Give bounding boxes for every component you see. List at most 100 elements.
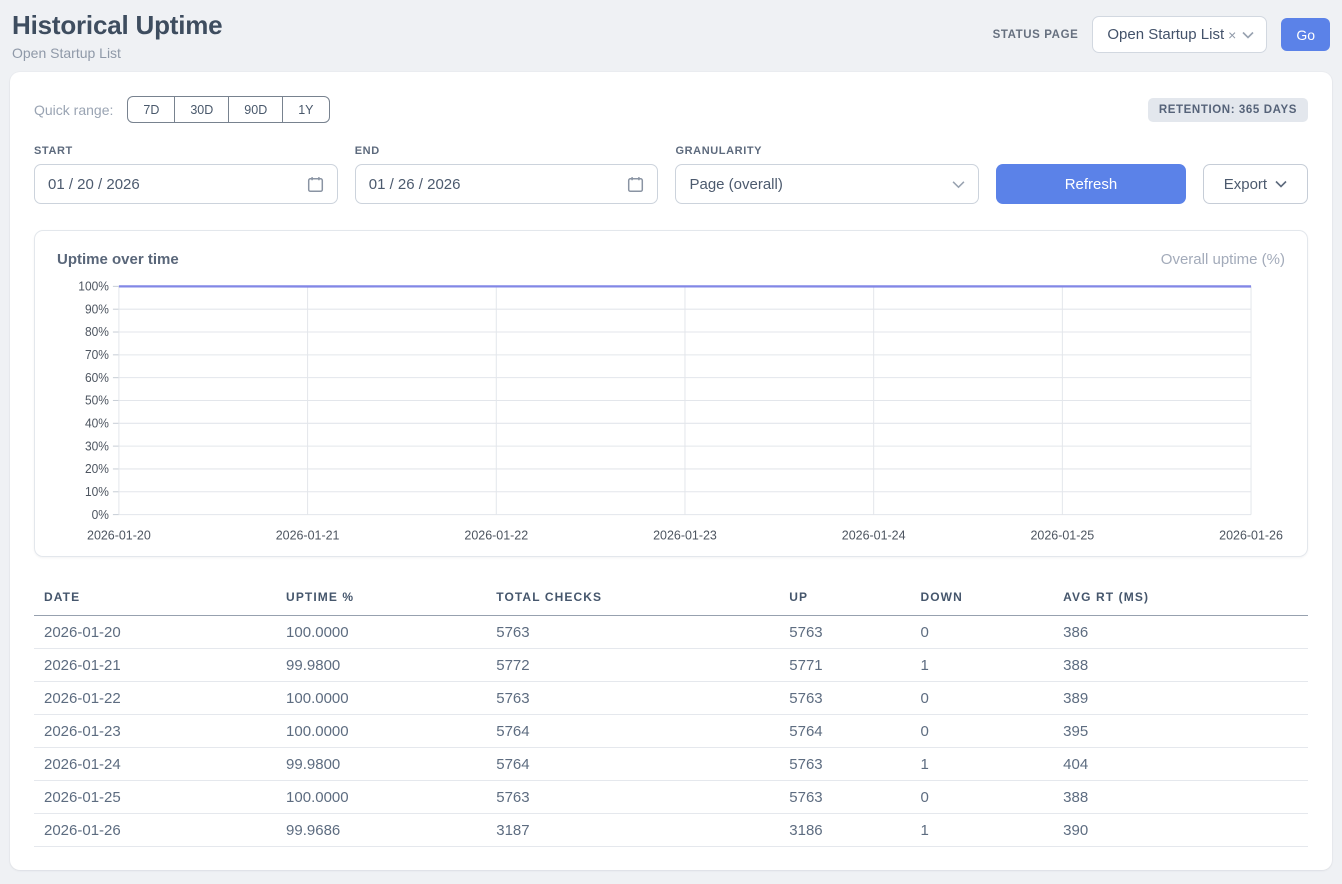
column-header: AVG RT (MS) [1053, 581, 1308, 616]
filters-row: START 01 / 20 / 2026 END 01 / 26 / 2026 … [34, 145, 1308, 204]
granularity-select[interactable]: Page (overall) [675, 164, 979, 204]
quick-range-row: Quick range: 7D30D90D1Y RETENTION: 365 D… [34, 96, 1308, 123]
table-cell: 2026-01-26 [34, 814, 276, 847]
table-cell: 3186 [779, 814, 910, 847]
table-cell: 389 [1053, 682, 1308, 715]
column-header: DOWN [910, 581, 1053, 616]
refresh-button[interactable]: Refresh [996, 164, 1186, 204]
table-cell: 5771 [779, 649, 910, 682]
table-cell: 404 [1053, 748, 1308, 781]
uptime-chart: 100%90%80%70%60%50%40%30%20%10%0%2026-01… [57, 278, 1285, 546]
table-cell: 5764 [486, 715, 779, 748]
svg-text:2026-01-22: 2026-01-22 [464, 527, 528, 542]
svg-text:2026-01-26: 2026-01-26 [1219, 527, 1283, 542]
table-cell: 5763 [486, 682, 779, 715]
svg-text:100%: 100% [78, 279, 109, 293]
start-date-label: START [34, 145, 338, 157]
page-title: Historical Uptime [12, 10, 222, 41]
uptime-table-body: 2026-01-20100.00005763576303862026-01-21… [34, 616, 1308, 847]
table-header-row: DATEUPTIME %TOTAL CHECKSUPDOWNAVG RT (MS… [34, 581, 1308, 616]
chevron-down-icon [1242, 31, 1254, 39]
start-date-input[interactable]: 01 / 20 / 2026 [34, 164, 338, 204]
table-cell: 99.9686 [276, 814, 486, 847]
column-header: DATE [34, 581, 276, 616]
quick-range-group: 7D30D90D1Y [127, 96, 329, 123]
calendar-icon[interactable] [307, 176, 324, 193]
svg-text:0%: 0% [92, 508, 109, 522]
svg-text:60%: 60% [85, 371, 109, 385]
column-header: TOTAL CHECKS [486, 581, 779, 616]
uptime-table-head: DATEUPTIME %TOTAL CHECKSUPDOWNAVG RT (MS… [34, 581, 1308, 616]
table-cell: 100.0000 [276, 682, 486, 715]
table-cell: 390 [1053, 814, 1308, 847]
svg-text:2026-01-21: 2026-01-21 [276, 527, 340, 542]
table-cell: 388 [1053, 649, 1308, 682]
export-button[interactable]: Export [1203, 164, 1308, 204]
retention-badge: RETENTION: 365 DAYS [1148, 98, 1308, 122]
table-row: 2026-01-2499.9800576457631404 [34, 748, 1308, 781]
table-cell: 5763 [779, 682, 910, 715]
table-cell: 5763 [486, 616, 779, 649]
table-cell: 5763 [779, 616, 910, 649]
svg-text:20%: 20% [85, 462, 109, 476]
table-cell: 5764 [779, 715, 910, 748]
granularity-field-wrap: GRANULARITY Page (overall) [675, 145, 979, 204]
end-date-label: END [355, 145, 659, 157]
table-cell: 5764 [486, 748, 779, 781]
topbar: Historical Uptime Open Startup List STAT… [0, 0, 1342, 72]
table-cell: 100.0000 [276, 715, 486, 748]
svg-text:70%: 70% [85, 348, 109, 362]
table-cell: 386 [1053, 616, 1308, 649]
table-cell: 5763 [779, 748, 910, 781]
svg-text:2026-01-20: 2026-01-20 [87, 527, 151, 542]
table-cell: 2026-01-23 [34, 715, 276, 748]
table-cell: 2026-01-20 [34, 616, 276, 649]
table-cell: 2026-01-21 [34, 649, 276, 682]
svg-text:2026-01-24: 2026-01-24 [842, 527, 906, 542]
table-cell: 2026-01-25 [34, 781, 276, 814]
table-cell: 99.9800 [276, 649, 486, 682]
table-cell: 99.9800 [276, 748, 486, 781]
table-row: 2026-01-20100.0000576357630386 [34, 616, 1308, 649]
quick-range-30d[interactable]: 30D [174, 96, 229, 123]
table-row: 2026-01-25100.0000576357630388 [34, 781, 1308, 814]
table-cell: 100.0000 [276, 616, 486, 649]
svg-text:10%: 10% [85, 485, 109, 499]
status-page-selected-value: Open Startup List [1107, 26, 1224, 43]
end-date-field-wrap: END 01 / 26 / 2026 [355, 145, 659, 204]
calendar-icon[interactable] [627, 176, 644, 193]
table-cell: 0 [910, 682, 1053, 715]
end-date-input[interactable]: 01 / 26 / 2026 [355, 164, 659, 204]
table-cell: 395 [1053, 715, 1308, 748]
table-cell: 3187 [486, 814, 779, 847]
chevron-down-icon [1275, 180, 1287, 188]
quick-range-1y[interactable]: 1Y [282, 96, 329, 123]
granularity-selected-value: Page (overall) [689, 176, 782, 193]
quick-range-7d[interactable]: 7D [127, 96, 175, 123]
table-row: 2026-01-2199.9800577257711388 [34, 649, 1308, 682]
table-row: 2026-01-2699.9686318731861390 [34, 814, 1308, 847]
table-row: 2026-01-22100.0000576357630389 [34, 682, 1308, 715]
svg-text:50%: 50% [85, 393, 109, 407]
status-page-select[interactable]: Open Startup List × [1092, 16, 1267, 53]
column-header: UPTIME % [276, 581, 486, 616]
go-button[interactable]: Go [1281, 18, 1330, 51]
table-row: 2026-01-23100.0000576457640395 [34, 715, 1308, 748]
quick-range-90d[interactable]: 90D [228, 96, 283, 123]
uptime-table: DATEUPTIME %TOTAL CHECKSUPDOWNAVG RT (MS… [34, 581, 1308, 847]
svg-text:2026-01-25: 2026-01-25 [1030, 527, 1094, 542]
table-cell: 1 [910, 748, 1053, 781]
topbar-right: STATUS PAGE Open Startup List × Go [993, 16, 1330, 53]
page-subtitle: Open Startup List [12, 45, 222, 61]
svg-text:30%: 30% [85, 439, 109, 453]
start-date-field-wrap: START 01 / 20 / 2026 [34, 145, 338, 204]
table-cell: 5763 [486, 781, 779, 814]
start-date-value: 01 / 20 / 2026 [48, 176, 140, 193]
uptime-chart-card: Uptime over time Overall uptime (%) 100%… [34, 230, 1308, 557]
table-cell: 1 [910, 649, 1053, 682]
table-cell: 388 [1053, 781, 1308, 814]
quick-range-label: Quick range: [34, 102, 113, 118]
table-cell: 100.0000 [276, 781, 486, 814]
svg-text:40%: 40% [85, 416, 109, 430]
clear-selection-icon[interactable]: × [1228, 27, 1236, 43]
